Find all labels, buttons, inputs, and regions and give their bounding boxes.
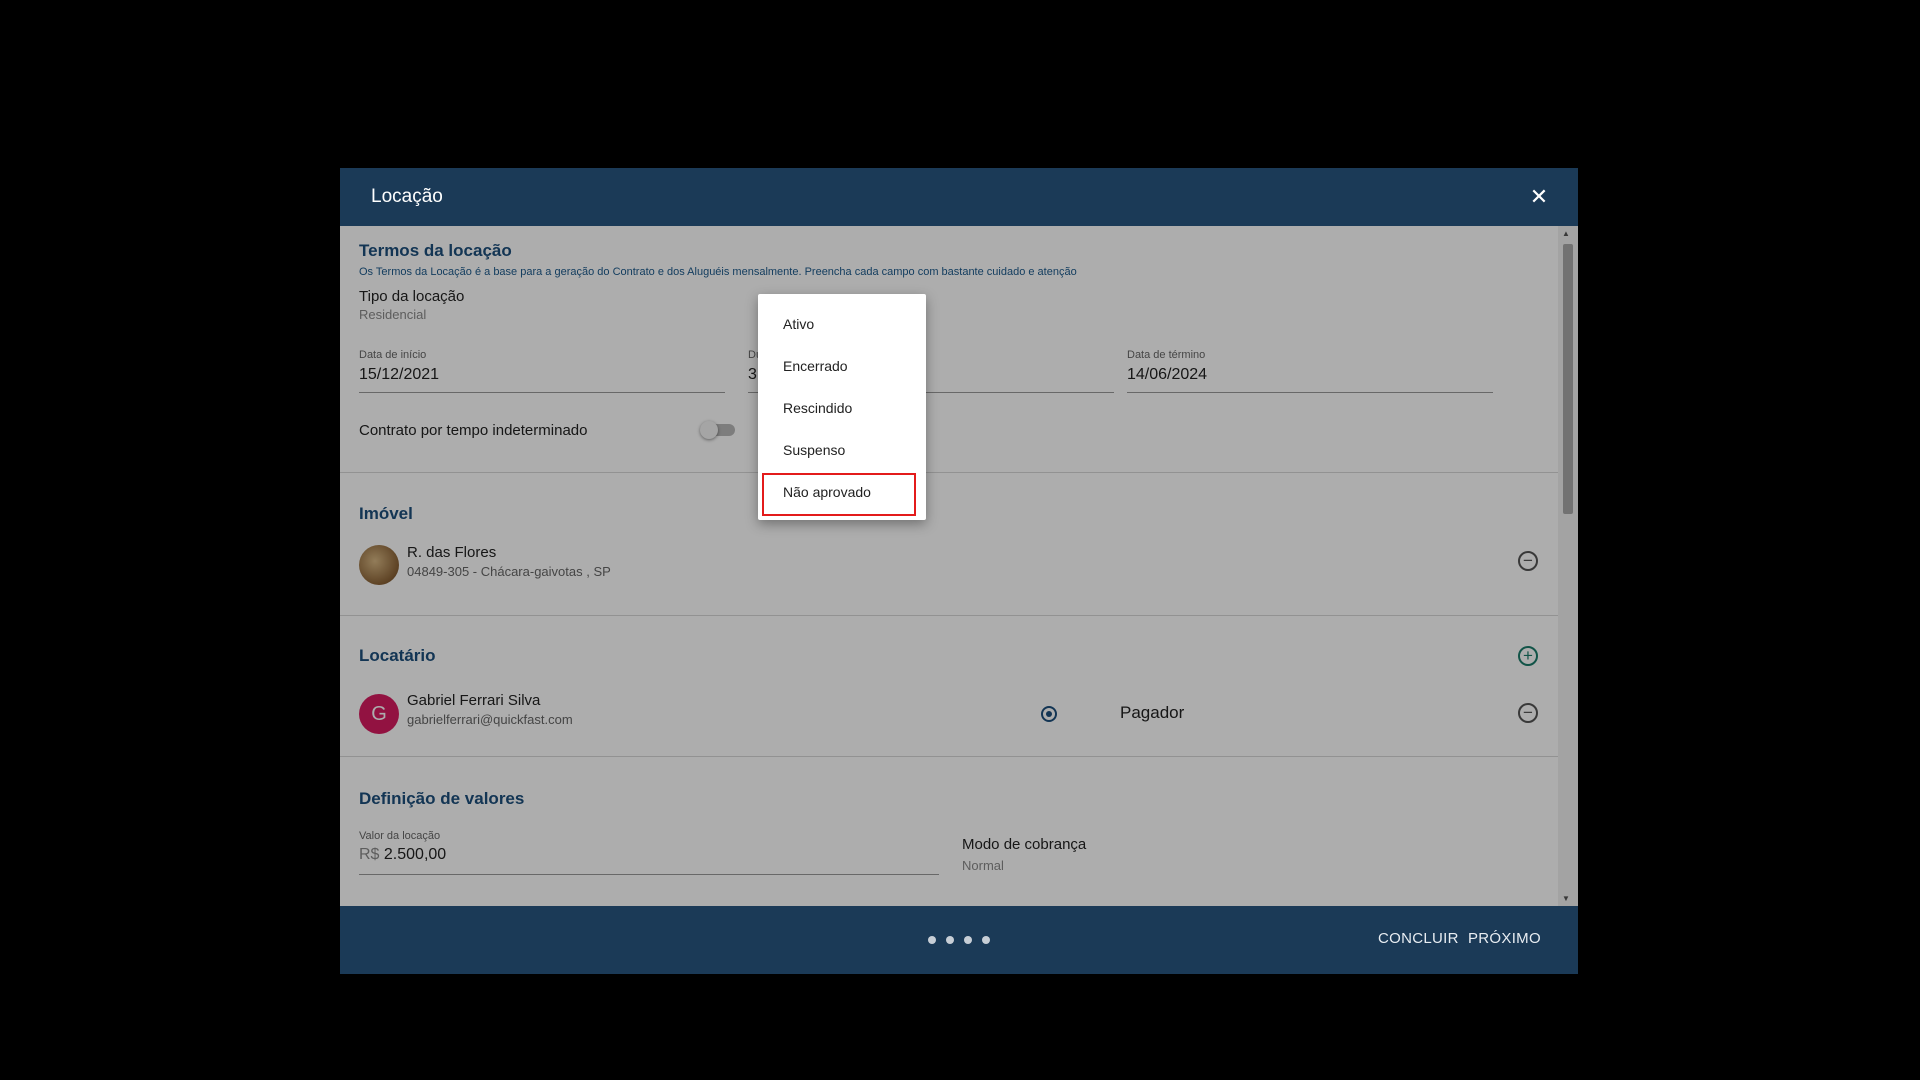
menu-backdrop[interactable]	[340, 226, 1578, 906]
menu-item-ativo[interactable]: Ativo	[758, 303, 926, 345]
proximo-button[interactable]: PRÓXIMO	[1468, 930, 1541, 947]
step-dot-4[interactable]	[982, 936, 990, 944]
step-dot-2[interactable]	[946, 936, 954, 944]
menu-item-suspenso[interactable]: Suspenso	[758, 429, 926, 471]
dialog-footer: CONCLUIR PRÓXIMO	[340, 906, 1578, 974]
menu-item-nao-aprovado[interactable]: Não aprovado	[758, 471, 926, 513]
menu-item-encerrado[interactable]: Encerrado	[758, 345, 926, 387]
step-dot-1[interactable]	[928, 936, 936, 944]
status-dropdown-menu: Ativo Encerrado Rescindido Suspenso Não …	[758, 294, 926, 520]
dialog-title: Locação	[371, 186, 443, 207]
menu-item-rescindido[interactable]: Rescindido	[758, 387, 926, 429]
close-icon[interactable]: ✕	[1526, 184, 1552, 210]
concluir-button[interactable]: CONCLUIR	[1378, 930, 1459, 947]
dialog-header: Locação ✕	[340, 168, 1578, 226]
step-dot-3[interactable]	[964, 936, 972, 944]
locacao-dialog: Locação ✕ Termos da locação Os Termos da…	[340, 168, 1578, 974]
